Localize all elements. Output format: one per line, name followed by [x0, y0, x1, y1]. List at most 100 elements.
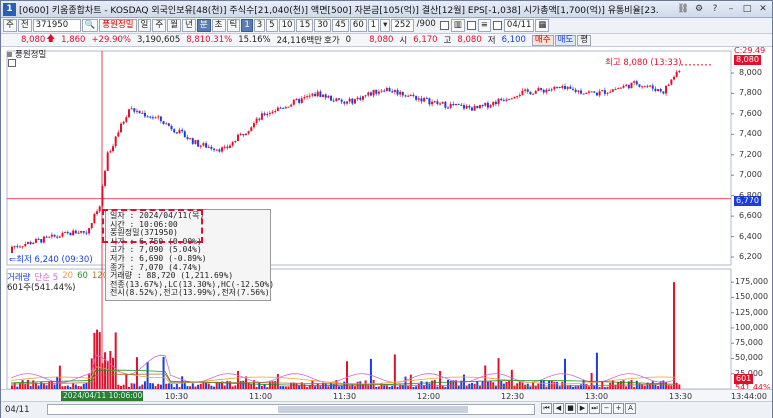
chart-area[interactable]: 풍원정밀 최고 8,080 (13:33) ⇐최저 6,240 (09:30) …	[1, 46, 772, 399]
candle-body	[194, 140, 197, 144]
current-price: 8,080	[21, 35, 46, 45]
interval-15[interactable]: 15	[296, 19, 314, 32]
chart-icon[interactable]: ▥	[450, 19, 465, 32]
calendar-icon[interactable]: ▦	[535, 19, 550, 32]
x-tick: 13:00	[585, 392, 609, 401]
dropdown-icon[interactable]: ▾	[380, 19, 391, 32]
list-icon[interactable]: ≡	[477, 19, 491, 32]
x-tick: 13:30	[669, 392, 693, 401]
candle-body	[80, 231, 83, 233]
settings-icon[interactable]: ⚙	[692, 2, 706, 16]
scroll-thumb[interactable]	[278, 406, 468, 413]
candle-body	[271, 111, 274, 113]
interval-10[interactable]: 10	[278, 19, 296, 32]
buy-button[interactable]: 매수	[531, 34, 554, 46]
volume-now: 601주(541.44%)	[7, 283, 76, 293]
interval-60[interactable]: 60	[349, 19, 367, 32]
volume-bar	[505, 381, 508, 389]
market2-select[interactable]: 전	[17, 19, 32, 32]
period-tick[interactable]: 틱	[226, 19, 241, 32]
candle-body	[53, 234, 56, 237]
candle-body	[433, 101, 436, 103]
minimize-icon[interactable]: –	[724, 2, 738, 16]
candle-body	[447, 107, 450, 109]
sell-button[interactable]: 매도	[554, 34, 577, 46]
candle-body	[191, 138, 194, 144]
zoom-in-icon[interactable]: +	[613, 403, 624, 414]
candle-body	[127, 109, 130, 118]
candle-body	[574, 89, 577, 92]
code-input[interactable]: 371950	[32, 19, 81, 32]
market-select[interactable]: 주	[3, 19, 17, 32]
maximize-icon[interactable]: □	[740, 2, 754, 16]
period-week[interactable]: 주	[152, 19, 167, 32]
link-icon[interactable]: ⛓	[676, 2, 690, 16]
candle-body	[420, 98, 423, 102]
top-right-label: C:29.49	[734, 46, 766, 55]
period-day[interactable]: 일	[137, 19, 152, 32]
candle-body	[252, 123, 255, 128]
last-icon[interactable]: ⏭	[589, 403, 600, 414]
candle-body	[167, 123, 170, 126]
y-tick-label: 7,600	[739, 108, 762, 118]
candle-body	[303, 97, 306, 99]
candle-body	[135, 110, 138, 112]
candle-body	[542, 89, 545, 93]
candle-body	[356, 97, 359, 100]
candle-body	[393, 90, 396, 93]
interval-1[interactable]: 1	[241, 19, 253, 32]
candle-body	[662, 91, 665, 94]
next-icon[interactable]: ▶	[577, 403, 588, 414]
close-icon[interactable]: ✕	[756, 2, 770, 16]
candle-body	[558, 87, 561, 89]
checkbox-1[interactable]	[439, 21, 449, 30]
candle-body	[441, 101, 444, 104]
volume-bar	[162, 356, 165, 389]
period-second[interactable]: 초	[211, 19, 226, 32]
volume-bar	[481, 381, 484, 389]
candle-body	[457, 103, 460, 105]
interval-45[interactable]: 45	[332, 19, 349, 32]
chart-scrollbar[interactable]	[47, 404, 535, 415]
flat-button[interactable]: 평	[577, 34, 592, 46]
candle-body	[175, 132, 178, 134]
candle-body	[404, 95, 407, 97]
period-minute[interactable]: 분	[196, 19, 211, 32]
interval-5[interactable]: 5	[266, 19, 278, 32]
stop-icon[interactable]: ■	[565, 403, 576, 414]
period-month[interactable]: 월	[167, 19, 182, 32]
interval-30[interactable]: 30	[314, 19, 332, 32]
interval-3[interactable]: 3	[253, 19, 266, 32]
count-input[interactable]: 252	[391, 19, 414, 32]
volume-bar	[98, 332, 101, 389]
auto-icon[interactable]: A	[625, 403, 636, 414]
candle-body	[550, 89, 553, 91]
checkbox-2[interactable]	[466, 21, 476, 30]
checkbox-3[interactable]	[492, 21, 502, 30]
candle-body	[223, 146, 226, 148]
zoom-out-icon[interactable]: −	[601, 403, 612, 414]
candle-body	[16, 246, 19, 248]
change: 1,860	[61, 35, 86, 45]
interval-custom[interactable]: 1	[367, 19, 380, 32]
prev-icon[interactable]: ◀	[553, 403, 564, 414]
candle-body	[391, 91, 394, 93]
candle-body	[66, 232, 69, 234]
candle-body	[532, 93, 535, 95]
candle-body	[412, 95, 415, 97]
candle-body	[162, 121, 165, 124]
period-year[interactable]: 년	[182, 19, 196, 32]
legend-toggle[interactable]	[8, 59, 16, 67]
search-icon[interactable]: 🔍	[81, 19, 99, 32]
volume-bar	[276, 373, 279, 389]
candle-body	[58, 236, 61, 238]
candle-body	[173, 129, 176, 133]
candle-body	[673, 76, 676, 80]
candle-body	[646, 86, 649, 88]
candle-body	[98, 206, 101, 212]
date-input[interactable]: 04/11	[503, 19, 535, 32]
status-date: 04/11	[5, 405, 30, 415]
first-icon[interactable]: ⏮	[541, 403, 552, 414]
help-icon[interactable]: ?	[708, 2, 722, 16]
candle-body	[276, 107, 279, 112]
